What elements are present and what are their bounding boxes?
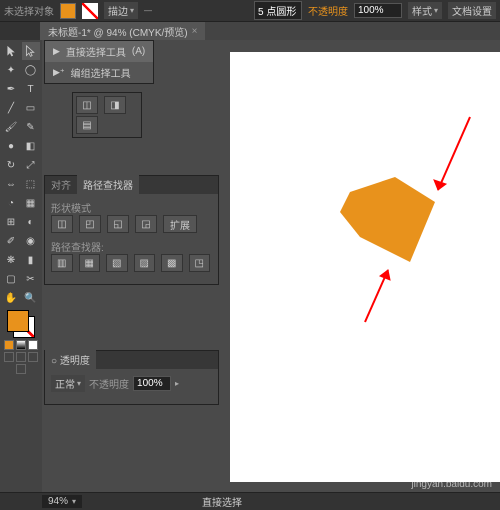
draw-normal-icon[interactable]: [4, 352, 14, 362]
expand-button[interactable]: 扩展: [163, 215, 197, 233]
outline-button[interactable]: ▩: [161, 254, 183, 272]
cursor-plus-icon: ▶⁺: [53, 67, 65, 78]
mini-btn-1[interactable]: ◫: [76, 96, 98, 114]
annotation-arrow-top: [430, 112, 480, 202]
symbol-sprayer-tool[interactable]: ❋: [2, 251, 20, 269]
lasso-tool[interactable]: ◯: [22, 61, 40, 79]
slice-tool[interactable]: ✂: [22, 270, 40, 288]
unite-button[interactable]: ◫: [51, 215, 73, 233]
zoom-level[interactable]: 94%▾: [42, 495, 82, 508]
shape-modes-label: 形状模式: [51, 200, 212, 215]
toolbox: ✦ ◯ ✒ T ╱ ▭ 🖌 ✎ ● ◧ ↻ ⤢ ⇔ ⬚ ◔ ▦ ⊞ ◐ ✐ ◉ …: [0, 40, 42, 492]
stroke-style-icon[interactable]: —: [144, 6, 152, 15]
gradient-mode-icon[interactable]: [16, 340, 26, 350]
pathfinder-panel: 对齐 路径查找器 形状模式 ◫ ◰ ◱ ◲ 扩展 路径查找器: ▥ ▦ ▧ ▨: [44, 175, 219, 285]
pencil-tool[interactable]: ✎: [22, 118, 40, 136]
blob-brush-tool[interactable]: ●: [2, 137, 20, 155]
eraser-tool[interactable]: ◧: [22, 137, 40, 155]
opacity-label[interactable]: 不透明度: [308, 3, 348, 18]
direct-selection-flyout: ▶ 直接选择工具 (A) ▶⁺ 编组选择工具: [44, 40, 154, 84]
annotation-arrow-bottom: [360, 262, 400, 332]
color-mode-icon[interactable]: [4, 340, 14, 350]
pathfinders-label: 路径查找器:: [51, 239, 212, 254]
artboard-tool[interactable]: ▢: [2, 270, 20, 288]
watermark: Baidu经验 jingyan.baidu.com: [411, 464, 492, 490]
trim-button[interactable]: ▦: [79, 254, 101, 272]
screen-mode-icon[interactable]: [16, 364, 26, 374]
stroke-label[interactable]: 描边▾: [104, 2, 138, 19]
shape-builder-tool[interactable]: ◔: [2, 194, 20, 212]
opacity-field[interactable]: 100%: [133, 376, 171, 391]
mini-btn-3[interactable]: ▤: [76, 116, 98, 134]
transparency-panel: ○ 透明度 正常▾ 不透明度 100% ▸: [44, 350, 219, 405]
cursor-icon: ▶: [53, 46, 60, 57]
divide-button[interactable]: ▥: [51, 254, 73, 272]
draw-behind-icon[interactable]: [16, 352, 26, 362]
mini-panel[interactable]: ◫ ◨ ▤: [72, 92, 142, 138]
rotate-tool[interactable]: ↻: [2, 156, 20, 174]
tab-transparency[interactable]: ○ 透明度: [45, 350, 96, 369]
fill-color-icon[interactable]: [7, 310, 29, 332]
minus-back-button[interactable]: ◳: [189, 254, 211, 272]
perspective-tool[interactable]: ▦: [22, 194, 40, 212]
stroke-weight-input[interactable]: 5 点圆形: [254, 1, 302, 20]
flyout-group-selection[interactable]: ▶⁺ 编组选择工具: [45, 62, 153, 83]
flyout-direct-selection[interactable]: ▶ 直接选择工具 (A): [45, 41, 153, 62]
paintbrush-tool[interactable]: 🖌: [2, 118, 20, 136]
crop-button[interactable]: ▨: [134, 254, 156, 272]
tab-title: 未标题-1* @ 94% (CMYK/预览): [48, 24, 188, 39]
none-mode-icon[interactable]: [28, 340, 38, 350]
opacity-chevron-icon[interactable]: ▸: [175, 379, 179, 388]
selection-tool[interactable]: [2, 42, 20, 60]
direct-selection-tool[interactable]: [22, 42, 40, 60]
scale-tool[interactable]: ⤢: [22, 156, 40, 174]
mesh-tool[interactable]: ⊞: [2, 213, 20, 231]
column-graph-tool[interactable]: ▮: [22, 251, 40, 269]
exclude-button[interactable]: ◲: [135, 215, 157, 233]
tab-pathfinder[interactable]: 路径查找器: [77, 175, 139, 194]
blend-mode-dropdown[interactable]: 正常▾: [51, 375, 85, 392]
minus-front-button[interactable]: ◰: [79, 215, 101, 233]
type-tool[interactable]: T: [22, 80, 40, 98]
width-tool[interactable]: ⇔: [2, 175, 20, 193]
mini-btn-2[interactable]: ◨: [104, 96, 126, 114]
current-tool-label: 直接选择: [202, 494, 242, 509]
magic-wand-tool[interactable]: ✦: [2, 61, 20, 79]
artboard[interactable]: [230, 52, 500, 482]
opacity-label-panel: 不透明度: [89, 376, 129, 391]
stroke-swatch[interactable]: [82, 3, 98, 19]
merge-button[interactable]: ▧: [106, 254, 128, 272]
zoom-tool[interactable]: 🔍: [22, 289, 40, 307]
intersect-button[interactable]: ◱: [107, 215, 129, 233]
status-bar: 94%▾ 直接选择: [0, 492, 500, 510]
tab-close-icon[interactable]: ×: [192, 26, 198, 37]
tab-align[interactable]: 对齐: [45, 175, 77, 194]
document-tab[interactable]: 未标题-1* @ 94% (CMYK/预览) ×: [40, 22, 205, 41]
line-tool[interactable]: ╱: [2, 99, 20, 117]
no-selection-label: 未选择对象: [4, 3, 54, 18]
gradient-tool[interactable]: ◐: [22, 213, 40, 231]
hand-tool[interactable]: ✋: [2, 289, 20, 307]
fill-swatch[interactable]: [60, 3, 76, 19]
draw-inside-icon[interactable]: [28, 352, 38, 362]
free-transform-tool[interactable]: ⬚: [22, 175, 40, 193]
opacity-input[interactable]: 100%: [354, 3, 402, 18]
blend-tool[interactable]: ◉: [22, 232, 40, 250]
doc-settings-button[interactable]: 文档设置: [448, 2, 496, 19]
fill-stroke-control[interactable]: [2, 308, 40, 376]
rectangle-tool[interactable]: ▭: [22, 99, 40, 117]
eyedropper-tool[interactable]: ✐: [2, 232, 20, 250]
pen-tool[interactable]: ✒: [2, 80, 20, 98]
style-dropdown[interactable]: 样式▾: [408, 2, 442, 19]
